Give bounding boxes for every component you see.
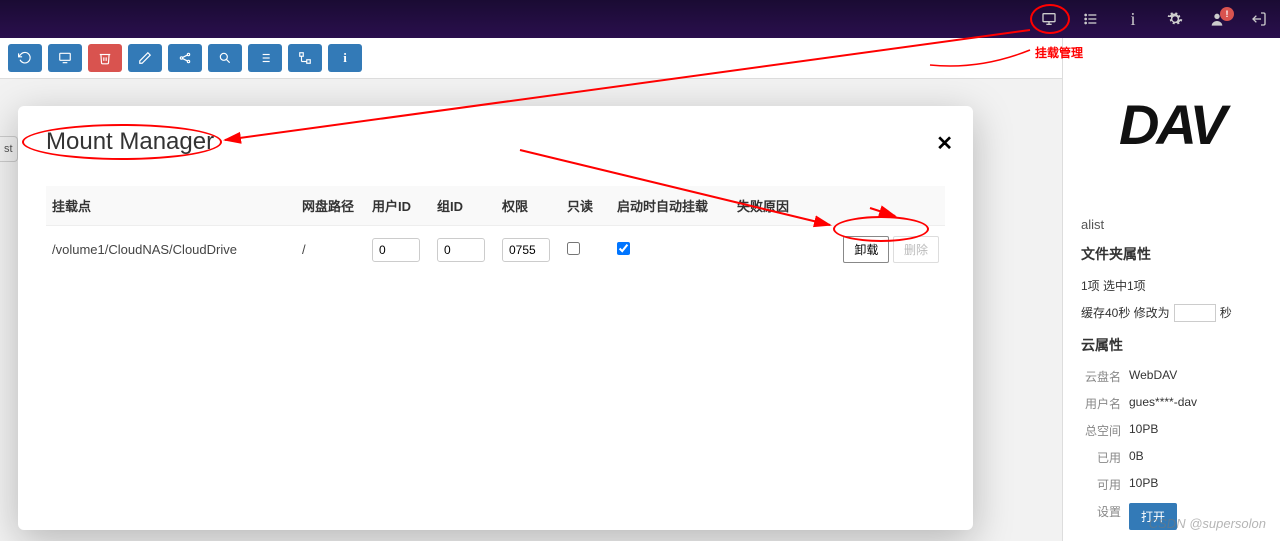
unmount-button[interactable]: 卸载: [843, 236, 889, 263]
selection-info: 1项 选中1项: [1081, 272, 1262, 299]
th-uid: 用户ID: [366, 186, 431, 226]
th-perm: 权限: [496, 186, 561, 226]
share-button[interactable]: [168, 44, 202, 72]
cache-line: 缓存40秒 修改为 秒: [1081, 299, 1262, 327]
edit-button[interactable]: [128, 44, 162, 72]
logo-text: DAV: [1119, 92, 1224, 157]
top-bar: i !: [0, 0, 1280, 38]
automount-checkbox[interactable]: [617, 242, 630, 255]
sidebar: DAV alist 文件夹属性 1项 选中1项 缓存40秒 修改为 秒 云属性 …: [1062, 38, 1280, 541]
modal-title: Mount Manager: [46, 128, 945, 156]
alert-badge: !: [1220, 7, 1234, 21]
refresh-button[interactable]: [8, 44, 42, 72]
th-automount: 启动时自动挂载: [611, 186, 731, 226]
gear-icon[interactable]: [1164, 11, 1186, 27]
anno-label-top: 挂载管理: [1035, 44, 1083, 61]
table-row: /volume1/CloudNAS/CloudDrive / 卸载 删除: [46, 226, 945, 274]
username-value: gues****-dav: [1129, 395, 1197, 412]
cache-unit: 秒: [1220, 304, 1232, 322]
search-button[interactable]: [208, 44, 242, 72]
th-gid: 组ID: [431, 186, 496, 226]
total-label: 总空间: [1081, 422, 1129, 439]
diskname-label: 云盘名: [1081, 368, 1129, 385]
avail-label: 可用: [1081, 476, 1129, 493]
folder-props-heading: 文件夹属性: [1081, 244, 1262, 264]
perm-input[interactable]: [502, 238, 550, 262]
monitor-icon[interactable]: [1038, 11, 1060, 27]
watermark: CSDN @supersolon: [1149, 516, 1266, 531]
username-label: 用户名: [1081, 395, 1129, 412]
cloud-props-heading: 云属性: [1081, 335, 1262, 355]
info-button[interactable]: i: [328, 44, 362, 72]
tree-button[interactable]: [288, 44, 322, 72]
cell-failreason: [731, 226, 811, 274]
list-icon[interactable]: [1080, 11, 1102, 27]
th-mount: 挂载点: [46, 186, 296, 226]
close-icon[interactable]: ✕: [936, 131, 953, 156]
delete-row-button[interactable]: 删除: [893, 236, 939, 263]
settings-label: 设置: [1081, 503, 1129, 530]
logo-area: DAV: [1063, 38, 1280, 211]
logout-icon[interactable]: [1248, 11, 1270, 27]
diskname-value: WebDAV: [1129, 368, 1177, 385]
uid-input[interactable]: [372, 238, 420, 262]
user-icon[interactable]: !: [1206, 11, 1228, 27]
used-label: 已用: [1081, 449, 1129, 466]
cell-mount: /volume1/CloudNAS/CloudDrive: [46, 226, 296, 274]
left-tab[interactable]: st: [0, 136, 18, 162]
mount-table: 挂载点 网盘路径 用户ID 组ID 权限 只读 启动时自动挂载 失败原因 /vo…: [46, 186, 945, 273]
gid-input[interactable]: [437, 238, 485, 262]
cell-diskpath: /: [296, 226, 366, 274]
total-value: 10PB: [1129, 422, 1158, 439]
th-diskpath: 网盘路径: [296, 186, 366, 226]
mount-manager-modal: Mount Manager ✕ 挂载点 网盘路径 用户ID 组ID 权限 只读 …: [18, 106, 973, 530]
th-readonly: 只读: [561, 186, 611, 226]
used-value: 0B: [1129, 449, 1144, 466]
th-failreason: 失败原因: [731, 186, 811, 226]
cache-input[interactable]: [1174, 304, 1216, 322]
list-button[interactable]: [248, 44, 282, 72]
cloud-name: alist: [1081, 217, 1262, 232]
readonly-checkbox[interactable]: [567, 242, 580, 255]
delete-button[interactable]: [88, 44, 122, 72]
avail-value: 10PB: [1129, 476, 1158, 493]
info-icon[interactable]: i: [1122, 9, 1144, 30]
monitor-button[interactable]: [48, 44, 82, 72]
cache-label: 缓存40秒 修改为: [1081, 304, 1170, 322]
